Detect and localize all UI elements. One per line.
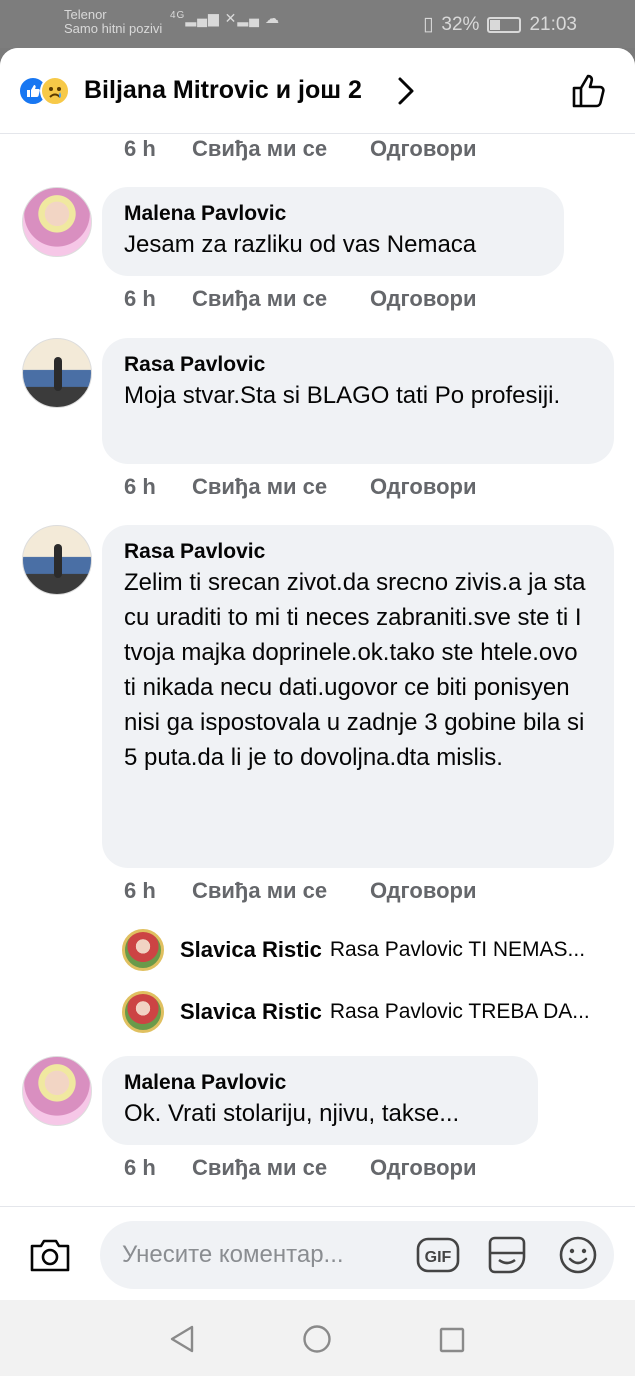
gif-label: GIF [425, 1249, 452, 1266]
comment-actions: 6 h Свиђа ми се Одговори [124, 1155, 476, 1181]
reply-author: Slavica Ristic [180, 999, 322, 1024]
back-icon[interactable] [168, 1324, 196, 1359]
like-comment-button[interactable]: Свиђа ми се [192, 474, 370, 500]
comment-bubble[interactable]: Malena Pavlovic Ok. Vrati stolariju, nji… [102, 1056, 538, 1145]
avatar[interactable] [22, 1056, 92, 1126]
sticker-icon[interactable] [486, 1235, 528, 1280]
reply-text: Rasa Pavlovic TREBA DA... [329, 1000, 590, 1023]
comment-actions: 6 h Свиђа ми се Одговори [124, 474, 476, 500]
comment-author[interactable]: Rasa Pavlovic [124, 352, 592, 378]
system-nav-bar [0, 1300, 635, 1376]
reactions-summary[interactable] [18, 76, 80, 106]
avatar[interactable] [22, 525, 92, 595]
like-comment-button[interactable]: Свиђа ми се [192, 286, 370, 312]
like-comment-button[interactable]: Свиђа ми се [192, 1155, 370, 1181]
comment-text: Zelim ti srecan zivot.da srecno zivis.a … [124, 569, 586, 771]
home-icon[interactable] [302, 1324, 332, 1359]
comment-time: 6 h [124, 878, 156, 903]
gif-icon[interactable]: GIF [416, 1237, 460, 1278]
battery-icon [487, 16, 522, 33]
emoji-icon[interactable] [558, 1235, 598, 1280]
carrier-note: Samo hitni pozivi [64, 21, 163, 36]
comment-author[interactable]: Malena Pavlovic [124, 1070, 516, 1096]
avatar[interactable] [22, 338, 92, 408]
comment-time: 6 h [124, 474, 156, 499]
reply-author: Slavica Ristic [180, 937, 322, 962]
comment-input-placeholder: Унесите коментар... [122, 1241, 344, 1268]
reply-button[interactable]: Одговори [370, 878, 476, 904]
status-right: ▯ 32% 21:03 [423, 13, 577, 36]
like-comment-button[interactable]: Свиђа ми се [192, 136, 370, 162]
like-comment-button[interactable]: Свиђа ми се [192, 878, 370, 904]
reactors-title[interactable]: Biljana Mitrovic и још 2 [84, 76, 362, 105]
comment-author[interactable]: Rasa Pavlovic [124, 539, 592, 565]
carrier-info: Telenor Samo hitni pozivi [64, 8, 162, 36]
comment-time: 6 h [124, 286, 156, 311]
comment-input[interactable]: Унесите коментар... GIF [100, 1221, 614, 1289]
comment-time: 6 h [124, 1155, 156, 1180]
status-bar: Telenor Samo hitni pozivi 4G▂▄▆ ✕▂▄ ☁ ▯ … [0, 0, 635, 48]
comment-text: Moja stvar.Sta si BLAGO tati Po profesij… [124, 382, 561, 409]
reply-button[interactable]: Одговори [370, 474, 476, 500]
reply-button[interactable]: Одговори [370, 136, 476, 162]
battery-percent: 32% [441, 13, 480, 35]
comment-actions: 6 h Свиђа ми се Одговори [124, 286, 476, 312]
reply-button[interactable]: Одговори [370, 286, 476, 312]
reply-text: Rasa Pavlovic TI NEMAS... [329, 938, 586, 961]
vibrate-icon: ▯ [422, 14, 434, 35]
reply-preview[interactable]: Slavica Ristic Rasa Pavlovic TREBA DA... [122, 990, 590, 1034]
comment-composer: Унесите коментар... GIF [0, 1206, 635, 1300]
carrier-name: Telenor [64, 7, 107, 22]
comments-sheet: Biljana Mitrovic и још 2 6 h Свиђа ми се О… [0, 48, 635, 1300]
reply-button[interactable]: Одговори [370, 1155, 476, 1181]
comment-text: Jesam za razliku od vas Nemaca [124, 231, 477, 258]
sheet-header: Biljana Mitrovic и још 2 [0, 48, 635, 134]
comment-bubble[interactable]: Rasa Pavlovic Moja stvar.Sta si BLAGO ta… [102, 338, 614, 464]
comment-bubble[interactable]: Malena Pavlovic Jesam za razliku od vas … [102, 187, 564, 276]
comment-bubble[interactable]: Rasa Pavlovic Zelim ti srecan zivot.da s… [102, 525, 614, 868]
avatar [122, 991, 164, 1033]
signal-icon: 4G▂▄▆ ✕▂▄ ☁ [170, 10, 280, 26]
avatar [122, 929, 164, 971]
avatar[interactable] [22, 187, 92, 257]
comment-author[interactable]: Malena Pavlovic [124, 201, 542, 227]
camera-icon[interactable] [28, 1237, 72, 1278]
network-type: 4G [170, 10, 186, 21]
comment-actions: 6 h Свиђа ми се Одговори [124, 136, 476, 162]
comment-time: 6 h [124, 136, 156, 161]
comment-text: Ok. Vrati stolariju, njivu, takse... [124, 1100, 460, 1127]
like-post-icon[interactable] [570, 72, 608, 115]
chevron-right-icon[interactable] [395, 76, 417, 111]
sad-icon [40, 76, 70, 106]
battery-fill [490, 19, 501, 30]
reply-preview[interactable]: Slavica Ristic Rasa Pavlovic TI NEMAS... [122, 928, 585, 972]
comment-actions: 6 h Свиђа ми се Одговори [124, 878, 476, 904]
clock: 21:03 [529, 13, 577, 35]
recent-apps-icon[interactable] [438, 1326, 466, 1359]
